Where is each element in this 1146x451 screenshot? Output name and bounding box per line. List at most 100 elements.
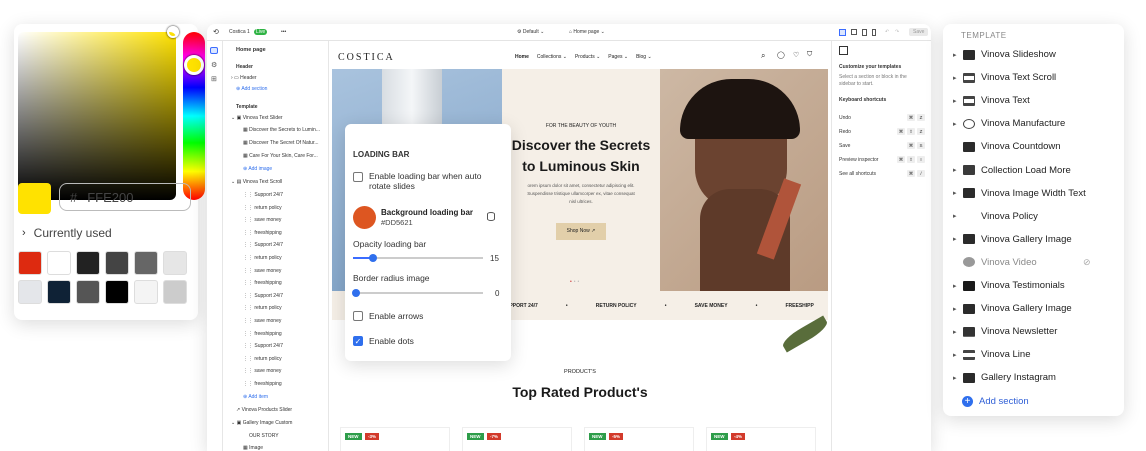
tree-slide-item[interactable]: ▦ Care For Your Skin, Care For...: [243, 153, 318, 159]
template-item[interactable]: ▸ Vinova Image Width Text: [953, 188, 1086, 199]
tree-scroll-item[interactable]: ⋮⋮ Support 24/7: [243, 242, 283, 248]
search-icon[interactable]: ⌕: [761, 51, 765, 61]
radius-slider[interactable]: [352, 289, 483, 297]
checkbox-box[interactable]: [353, 172, 363, 182]
color-swatch[interactable]: [18, 280, 42, 304]
color-swatch[interactable]: [134, 251, 158, 275]
tree-scroll-item[interactable]: ⋮⋮ Support 24/7: [243, 293, 283, 299]
saturation-knob[interactable]: [167, 26, 179, 38]
checkbox-box[interactable]: [353, 311, 363, 321]
cart-icon[interactable]: ⛉: [807, 51, 812, 59]
mobile-icon[interactable]: [872, 28, 876, 36]
tree-text-slider[interactable]: ⌄ ▣ Vinova Text Slider: [231, 115, 283, 121]
template-item[interactable]: ▸ Vinova Policy: [953, 211, 1038, 222]
tree-gallery-custom[interactable]: ⌄ ▣ Gallery Image Custom: [231, 420, 292, 426]
color-swatch[interactable]: [105, 280, 129, 304]
tree-scroll-item[interactable]: ⋮⋮ return policy: [243, 356, 282, 362]
tree-scroll-item[interactable]: ⋮⋮ save money: [243, 268, 281, 274]
tree-scroll-item[interactable]: ⋮⋮ Support 24/7: [243, 192, 283, 198]
enable-arrows-checkbox[interactable]: Enable arrows: [353, 311, 423, 321]
database-icon[interactable]: [487, 212, 495, 221]
color-swatch[interactable]: [47, 280, 71, 304]
undo-icon[interactable]: ↶: [885, 29, 889, 35]
nav-link[interactable]: Products ⌄: [575, 54, 600, 60]
template-item[interactable]: ▸ Vinova Manufacture: [953, 118, 1065, 129]
tree-slide-item[interactable]: ▦ Discover the Secrets to Lumin...: [243, 127, 320, 133]
hex-value[interactable]: FFE200: [87, 190, 133, 205]
tree-scroll-item[interactable]: ⋮⋮ return policy: [243, 255, 282, 261]
color-swatch[interactable]: [163, 251, 187, 275]
settings-icon[interactable]: ⚙: [211, 61, 217, 69]
hue-knob[interactable]: [184, 55, 204, 75]
template-item[interactable]: ▸ Gallery Instagram: [953, 372, 1056, 383]
chevron-right-icon[interactable]: ▸: [953, 235, 961, 243]
product-card[interactable]: NEW -4%: [706, 427, 816, 451]
template-item[interactable]: ▸ Vinova Newsletter: [953, 326, 1057, 337]
product-card[interactable]: NEW -5%: [584, 427, 694, 451]
chevron-right-icon[interactable]: ▸: [953, 212, 961, 220]
enable-loading-bar-checkbox[interactable]: Enable loading bar when auto rotate slide…: [353, 171, 481, 191]
tree-add-image[interactable]: ⊕ Add image: [243, 166, 272, 172]
nav-link[interactable]: Pages ⌄: [608, 54, 628, 60]
back-icon[interactable]: ⟲: [213, 28, 219, 36]
opacity-slider[interactable]: [353, 254, 483, 262]
color-swatch[interactable]: [18, 251, 42, 275]
nav-link[interactable]: Collections ⌄: [537, 54, 567, 60]
color-swatch[interactable]: [163, 280, 187, 304]
tree-our-story[interactable]: OUR STORY: [249, 433, 279, 439]
chevron-right-icon[interactable]: ▸: [953, 51, 961, 59]
tree-slide-item[interactable]: ▦ Discover The Secret Of Natur...: [243, 140, 319, 146]
tree-text-scroll[interactable]: ⌄ ▤ Vinova Text Scroll: [231, 179, 282, 185]
product-card[interactable]: NEW -3%: [340, 427, 450, 451]
template-item[interactable]: ▸ Vinova Text: [953, 95, 1030, 106]
template-item[interactable]: ▸ Vinova Slideshow: [953, 49, 1056, 60]
tree-scroll-item[interactable]: ⋮⋮ freeshipping: [243, 280, 282, 286]
theme-select[interactable]: ⚙ Default ⌄: [517, 29, 544, 35]
apps-icon[interactable]: ⊞: [211, 75, 217, 83]
nav-link[interactable]: Home: [515, 54, 529, 60]
tree-scroll-item[interactable]: ⋮⋮ freeshipping: [243, 331, 282, 337]
template-item[interactable]: Vinova Video ⊘: [953, 257, 1091, 268]
tree-scroll-item[interactable]: ⋮⋮ save money: [243, 217, 281, 223]
slide-dots[interactable]: •••: [570, 279, 581, 285]
opacity-slider-knob[interactable]: [368, 254, 377, 262]
chevron-right-icon[interactable]: ▸: [953, 282, 961, 290]
template-item[interactable]: Vinova Countdown: [953, 141, 1061, 152]
tree-add-section[interactable]: ⊕ Add section: [236, 86, 267, 92]
template-item[interactable]: ▸ Vinova Line: [953, 349, 1030, 360]
enable-dots-checkbox[interactable]: ✓ Enable dots: [353, 336, 414, 346]
currently-used-toggle[interactable]: › Currently used: [22, 226, 112, 240]
tree-scroll-item[interactable]: ⋮⋮ return policy: [243, 205, 282, 211]
sections-icon[interactable]: [210, 47, 218, 54]
tablet-icon[interactable]: [862, 28, 867, 36]
save-button[interactable]: Save: [909, 28, 929, 36]
chevron-right-icon[interactable]: ▸: [953, 189, 961, 197]
more-icon[interactable]: •••: [281, 29, 286, 35]
tree-scroll-item[interactable]: ⋮⋮ save money: [243, 368, 281, 374]
tree-scroll-item[interactable]: ⋮⋮ save money: [243, 318, 281, 324]
template-item[interactable]: ▸ Vinova Gallery Image: [953, 234, 1072, 245]
tree-scroll-item[interactable]: ⋮⋮ return policy: [243, 305, 282, 311]
color-swatch[interactable]: [47, 251, 71, 275]
chevron-right-icon[interactable]: ▸: [953, 305, 961, 313]
chevron-right-icon[interactable]: ▸: [953, 74, 961, 82]
chevron-right-icon[interactable]: ▸: [953, 166, 961, 174]
saturation-value-area[interactable]: [18, 32, 176, 200]
tree-scroll-item[interactable]: ⋮⋮ freeshipping: [243, 230, 282, 236]
checked-icon[interactable]: ✓: [353, 336, 363, 346]
color-swatch[interactable]: [134, 280, 158, 304]
chevron-right-icon[interactable]: ▸: [953, 97, 961, 105]
wishlist-icon[interactable]: ♡: [793, 51, 799, 59]
chevron-right-icon[interactable]: ▸: [953, 351, 961, 359]
page-select[interactable]: ⌂ Home page ⌄: [569, 29, 605, 35]
tree-header-item[interactable]: › ▭ Header: [231, 75, 257, 81]
color-swatch[interactable]: [76, 280, 100, 304]
shop-now-button[interactable]: Shop Now ↗: [556, 223, 606, 240]
template-item[interactable]: ▸ Collection Load More: [953, 165, 1071, 176]
tree-add-item[interactable]: ⊕ Add item: [243, 394, 268, 400]
hidden-eye-icon[interactable]: ⊘: [1083, 257, 1091, 268]
add-section-button[interactable]: + Add section: [962, 396, 1029, 407]
chevron-right-icon[interactable]: ▸: [953, 374, 961, 382]
template-item[interactable]: ▸ Vinova Testimonials: [953, 280, 1065, 291]
color-swatch[interactable]: [76, 251, 100, 275]
